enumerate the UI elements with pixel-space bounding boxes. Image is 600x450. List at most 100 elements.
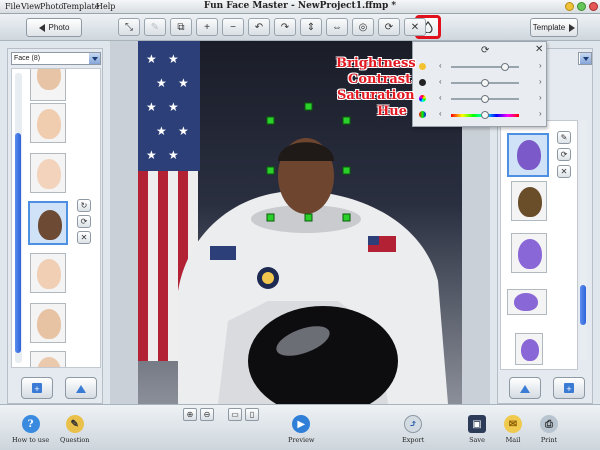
saturation-label: Saturation (337, 88, 415, 103)
rotate-right-button[interactable]: ↷ (274, 18, 296, 36)
face-thumbnail[interactable] (30, 253, 66, 293)
face-category-dropdown[interactable]: Face (8) (11, 52, 101, 65)
add-template-button[interactable]: + (553, 377, 585, 399)
remove-button[interactable]: − (222, 18, 244, 36)
zoom-out-button[interactable]: ⊖ (200, 408, 214, 421)
edit-template-button[interactable]: ✎ (557, 131, 571, 144)
window-title: Fun Face Master - NewProject1.ffmp * (203, 1, 397, 11)
export-icon: ⤴ (404, 415, 423, 433)
chevron-right-icon[interactable]: › (539, 93, 542, 102)
face-editor-button[interactable] (65, 377, 97, 399)
svg-text:★: ★ (146, 52, 157, 66)
slider-knob[interactable] (481, 79, 489, 87)
brush-button[interactable]: ✎ (144, 18, 166, 36)
fit-to-window-button[interactable]: ▭ (228, 408, 242, 421)
crop-button[interactable]: ⧉ (170, 18, 192, 36)
flip-vertical-button[interactable]: ⇕ (300, 18, 322, 36)
mask-icon: ◎ (358, 21, 368, 33)
template-editor-button[interactable] (509, 377, 541, 399)
template-thumbnail-selected[interactable] (507, 133, 549, 177)
mask-button[interactable]: ◎ (352, 18, 374, 36)
reset-icon[interactable]: ⟳ (481, 45, 489, 56)
maximize-button[interactable] (577, 2, 586, 11)
face-thumbnail-selected[interactable] (28, 201, 68, 245)
add-face-button[interactable]: + (21, 377, 53, 399)
template-thumbnail[interactable] (511, 233, 547, 273)
template-list-scrollbar[interactable] (580, 120, 587, 360)
contrast-icon (419, 79, 426, 86)
svg-text:★: ★ (178, 124, 189, 138)
face-thumbnail[interactable] (30, 351, 66, 367)
template-category-dropdown[interactable] (578, 52, 592, 65)
close-icon[interactable]: ✕ (535, 44, 543, 55)
saturation-icon (419, 95, 426, 102)
scroll-thumb[interactable] (15, 133, 21, 353)
slider-knob[interactable] (481, 111, 489, 119)
question-button[interactable]: ✎ Question (60, 415, 90, 444)
saturation-slider[interactable] (451, 95, 519, 103)
brightness-icon (419, 63, 426, 70)
mail-button[interactable]: ✉ Mail (504, 415, 522, 444)
close-window-button[interactable] (589, 2, 598, 11)
how-to-use-button[interactable]: ? How to use (12, 415, 49, 444)
flip-horizontal-button[interactable]: ⇔ (326, 18, 348, 36)
template-button[interactable]: Template (530, 18, 578, 37)
scroll-thumb[interactable] (580, 285, 586, 325)
arrow-left-icon (38, 23, 45, 32)
add-button[interactable]: + (196, 18, 218, 36)
export-button[interactable]: ⤴ Export (402, 415, 424, 444)
flip-horizontal-icon: ⇔ (332, 21, 342, 33)
face-thumbnail[interactable] (30, 69, 66, 101)
delete-template-button[interactable]: ✕ (557, 165, 571, 178)
refresh-button[interactable]: ⟳ (378, 18, 400, 36)
chevron-left-icon[interactable]: ‹ (439, 61, 442, 70)
zoom-in-button[interactable]: ⊕ (183, 408, 197, 421)
chevron-right-icon[interactable]: › (539, 61, 542, 70)
rotate-right-icon: ↷ (280, 21, 290, 33)
template-thumbnail[interactable] (515, 333, 543, 365)
save-icon: ▣ (468, 415, 486, 433)
refresh-face-button[interactable]: ⟳ (77, 215, 91, 228)
rotate-left-button[interactable]: ↶ (248, 18, 270, 36)
question-label: Question (60, 436, 90, 444)
question-icon: ✎ (65, 415, 84, 433)
template-thumbnail[interactable] (507, 289, 547, 315)
actual-size-button[interactable]: ▯ (245, 408, 259, 421)
slider-knob[interactable] (481, 95, 489, 103)
svg-text:★: ★ (168, 148, 179, 162)
refresh-icon: ⟳ (384, 21, 394, 33)
brightness-slider[interactable] (451, 63, 519, 71)
remove-icon: − (230, 21, 236, 33)
print-button[interactable]: ⎙ Print (540, 415, 558, 444)
rotate-face-button[interactable]: ↻ (77, 199, 91, 212)
chevron-left-icon[interactable]: ‹ (439, 109, 442, 118)
chevron-right-icon[interactable]: › (539, 109, 542, 118)
preview-button[interactable]: ▶ Preview (288, 415, 315, 444)
slider-knob[interactable] (501, 63, 510, 71)
face-thumbnail[interactable] (30, 303, 66, 343)
minimize-button[interactable] (565, 2, 574, 11)
save-button[interactable]: ▣ Save (468, 415, 486, 444)
close-icon: ✕ (560, 167, 568, 176)
face-thumbnail[interactable] (30, 103, 66, 143)
chevron-left-icon[interactable]: ‹ (439, 77, 442, 86)
resize-button[interactable]: ⤡ (118, 18, 140, 36)
face-thumbnail[interactable] (30, 153, 66, 193)
close-button[interactable]: ✕ (404, 18, 426, 36)
chevron-right-icon[interactable]: › (539, 77, 542, 86)
refresh-template-button[interactable]: ⟳ (557, 148, 571, 161)
template-thumbnail[interactable] (511, 181, 547, 221)
refresh-icon: ⟳ (560, 150, 568, 159)
bottom-bar: ? How to use ✎ Question ▶ Preview ⤴ Expo… (0, 404, 600, 450)
delete-face-button[interactable]: ✕ (77, 231, 91, 244)
hue-slider[interactable] (451, 111, 519, 119)
chevron-left-icon[interactable]: ‹ (439, 93, 442, 102)
contrast-slider[interactable] (451, 79, 519, 87)
close-icon: ✕ (410, 21, 420, 33)
mail-label: Mail (505, 436, 521, 444)
photo-button[interactable]: Photo (26, 18, 82, 37)
svg-text:★: ★ (178, 76, 189, 90)
chevron-down-icon (89, 53, 100, 64)
face-list-scrollbar[interactable] (15, 73, 22, 363)
toolbar: Photo Template ⤡ ✎ ⧉ + − ↶ ↷ ⇕ ⇔ ◎ ⟳ ✕ (0, 14, 600, 41)
